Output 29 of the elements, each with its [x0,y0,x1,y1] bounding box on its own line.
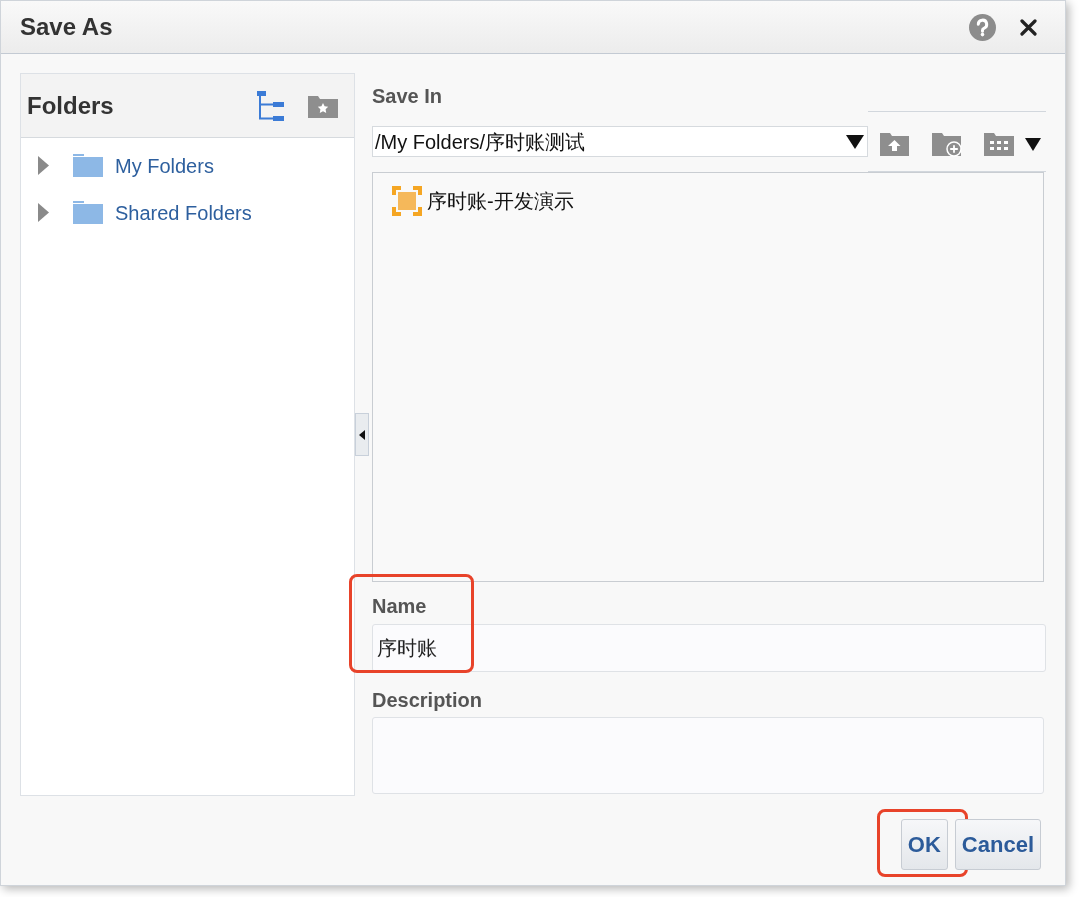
field-label: Save In [372,84,443,109]
caret-left-icon [359,429,365,440]
help-icon[interactable] [969,13,996,41]
folder-icon [73,154,103,177]
tree-icon[interactable] [257,90,284,121]
file-item[interactable]: 序时账-开发演示 [427,187,574,215]
folder-up-icon[interactable] [880,133,909,156]
panel-title: Folders [27,90,114,121]
folder-link[interactable]: My Folders [115,152,214,179]
folder-link[interactable]: Shared Folders [115,199,252,226]
caret-down-icon [846,134,864,149]
folder-plus-icon[interactable] [932,132,962,157]
dialog-button[interactable]: Cancel [954,819,1041,870]
save-in-dropdown[interactable]: /My Folders/序时账测试 [372,126,868,157]
collapse-handle[interactable] [355,413,369,456]
caret-down-icon[interactable] [1025,138,1041,151]
folder-icon [73,201,103,224]
window-title: Save As [20,12,113,42]
description-field[interactable] [372,717,1044,794]
field-label: Description [372,688,483,713]
star-folder-icon[interactable] [308,93,338,118]
close-icon[interactable] [1020,18,1037,36]
field-label: Name [372,594,427,619]
expand-icon[interactable] [38,203,49,222]
expand-icon[interactable] [38,156,49,175]
square-frame-icon [392,186,422,216]
name-field[interactable]: 序时账 [372,624,1046,672]
dialog-button[interactable]: OK [900,819,948,870]
grid-folder-icon[interactable] [984,133,1014,156]
